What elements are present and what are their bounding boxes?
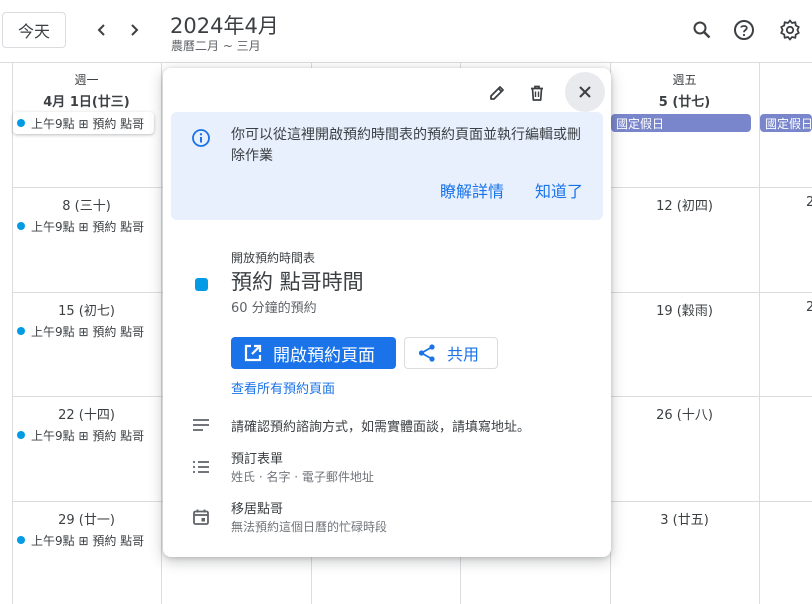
share-icon — [418, 344, 435, 362]
day-number[interactable]: 12 (初四) — [610, 195, 759, 214]
event-dot — [17, 119, 25, 127]
day-number[interactable]: 2 — [806, 195, 812, 210]
grid-line — [161, 62, 162, 604]
calendar-name: 移居點哥 — [231, 502, 284, 517]
day-number[interactable]: 26 (十八) — [610, 404, 759, 423]
edit-icon[interactable] — [480, 76, 514, 110]
day-number[interactable]: 29 (廿一) — [12, 509, 161, 528]
day-number[interactable]: 4月 1日(廿三) — [12, 91, 161, 110]
appointment-duration: 60 分鐘的預約 — [231, 301, 317, 316]
day-number[interactable]: 19 (穀雨) — [610, 300, 759, 319]
calendar-color-square — [195, 278, 208, 291]
holiday-chip[interactable]: 國定假日 — [760, 114, 812, 132]
booking-form-label: 預訂表單 — [231, 452, 284, 467]
description-text: 請確認預約諮詢方式，如需實體面談，請填寫地址。 — [231, 420, 531, 435]
event-chip[interactable]: 上午9點 ⊞ 預約 點哥 — [17, 426, 151, 444]
grid-line — [0, 62, 812, 63]
event-dot — [17, 431, 25, 439]
info-icon — [191, 128, 211, 152]
open-in-new-icon — [244, 344, 262, 362]
lunar-subtitle: 農曆二月 ~ 三月 — [171, 39, 261, 53]
today-button[interactable]: 今天 — [2, 12, 66, 48]
open-booking-page-label: 開啟預約頁面 — [273, 345, 375, 366]
holiday-chip[interactable]: 國定假日 — [611, 114, 751, 132]
chevron-right-icon[interactable] — [121, 16, 147, 44]
event-dot — [17, 222, 25, 230]
info-text: 你可以從這裡開啟預約時間表的預約頁面並執行編輯或刪除作業 — [231, 127, 581, 164]
learn-more-link[interactable]: 瞭解詳情 — [440, 178, 504, 202]
appointment-title: 預約 點哥時間 — [231, 270, 364, 294]
weekday-header: 週五 — [672, 73, 697, 87]
open-booking-page-button[interactable]: 開啟預約頁面 — [231, 337, 396, 369]
event-label: 上午9點 ⊞ 預約 點哥 — [31, 533, 145, 548]
event-dot — [17, 327, 25, 335]
schedule-type-label: 開放預約時間表 — [231, 251, 316, 265]
weekday-header: 週一 — [74, 73, 99, 87]
calendar-icon — [191, 507, 211, 527]
event-chip-selected[interactable]: 上午9點 ⊞ 預約 點哥 — [13, 112, 154, 134]
event-label: 上午9點 ⊞ 預約 點哥 — [31, 219, 145, 234]
settings-icon[interactable] — [777, 17, 803, 43]
event-label: 上午9點 ⊞ 預約 點哥 — [31, 428, 145, 443]
event-chip[interactable]: 上午9點 ⊞ 預約 點哥 — [17, 217, 151, 235]
top-bar: 今天 2024年4月 農曆二月 ~ 三月 — [0, 0, 812, 62]
day-number[interactable]: 5 (廿七) — [610, 91, 759, 110]
search-icon[interactable] — [689, 17, 715, 43]
day-number[interactable]: 22 (十四) — [12, 404, 161, 423]
day-number[interactable]: 8 (三十) — [12, 195, 161, 214]
grid-line — [759, 62, 760, 604]
view-all-booking-pages-link[interactable]: 查看所有預約頁面 — [231, 378, 335, 397]
event-chip[interactable]: 上午9點 ⊞ 預約 點哥 — [17, 322, 151, 340]
info-banner: 你可以從這裡開啟預約時間表的預約頁面並執行編輯或刪除作業 瞭解詳情 知道了 — [171, 112, 603, 220]
booking-form-fields: 姓氏 · 名字 · 電子郵件地址 — [231, 470, 374, 484]
day-number[interactable]: 2 — [806, 300, 812, 315]
share-label: 共用 — [447, 345, 480, 364]
list-icon — [191, 457, 211, 477]
description-icon — [191, 415, 211, 435]
event-label: 上午9點 ⊞ 預約 點哥 — [31, 324, 145, 339]
chevron-left-icon[interactable] — [89, 16, 115, 44]
event-chip[interactable]: 上午9點 ⊞ 預約 點哥 — [17, 531, 151, 549]
event-dot — [17, 536, 25, 544]
calendar-note: 無法預約這個日曆的忙碌時段 — [231, 520, 388, 534]
day-number[interactable]: 3 (廿五) — [610, 509, 759, 528]
share-button[interactable]: 共用 — [404, 337, 498, 369]
close-icon — [579, 86, 591, 98]
page-title: 2024年4月 — [170, 14, 279, 38]
help-icon[interactable] — [731, 17, 757, 43]
got-it-button[interactable]: 知道了 — [535, 178, 583, 202]
delete-icon[interactable] — [520, 76, 554, 110]
appointment-details-dialog: 你可以從這裡開啟預約時間表的預約頁面並執行編輯或刪除作業 瞭解詳情 知道了 開放… — [163, 68, 611, 557]
close-button[interactable] — [565, 72, 605, 112]
event-label: 上午9點 ⊞ 預約 點哥 — [31, 116, 145, 131]
day-number[interactable]: 15 (初七) — [12, 300, 161, 319]
